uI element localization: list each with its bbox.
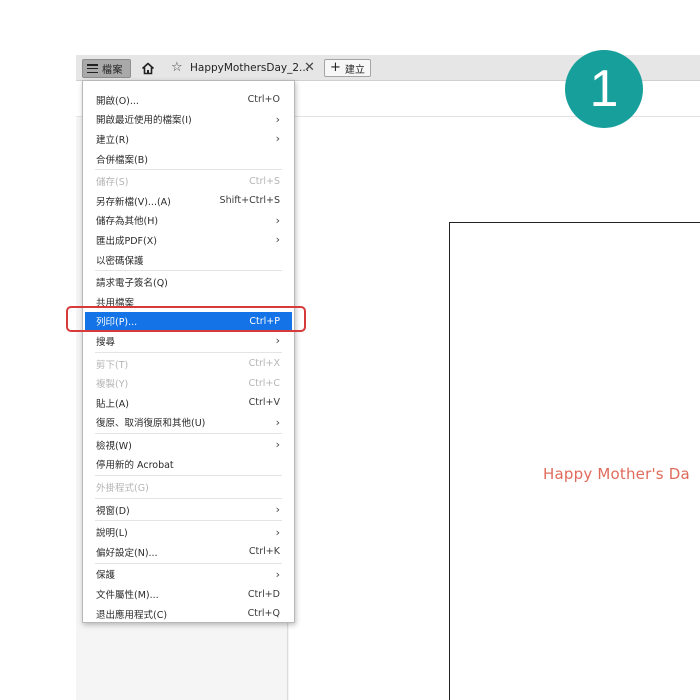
- menu-item[interactable]: 另存新檔(V)...(A) Shift+Ctrl+S: [83, 191, 294, 211]
- menu-item-label: 匯出成PDF(X): [96, 235, 157, 247]
- menu-item-label: 搜尋: [96, 336, 116, 348]
- menu-item: 外掛程式(G): [83, 477, 294, 497]
- page-greeting-text: Happy Mother's Da: [543, 465, 690, 483]
- menu-item-label: 退出應用程式(C): [96, 609, 168, 621]
- chevron-right-icon: ›: [275, 525, 280, 539]
- menu-item-label: 停用新的 Acrobat: [96, 460, 174, 472]
- menu-item-label: 儲存為其他(H): [96, 216, 159, 228]
- menu-item[interactable]: 偏好設定(N)... Ctrl+K: [83, 542, 294, 562]
- menu-item-label: 請求電子簽名(Q): [96, 278, 168, 290]
- menu-item[interactable]: 文件屬性(M)... Ctrl+D: [83, 584, 294, 604]
- step-number-badge: 1: [565, 50, 643, 128]
- menu-item[interactable]: 退出應用程式(C) Ctrl+Q: [83, 604, 294, 624]
- menu-item[interactable]: 建立(R) ›: [83, 129, 294, 149]
- menu-item-shortcut: Ctrl+K: [248, 546, 280, 558]
- menu-item[interactable]: 復原、取消復原和其他(U) ›: [83, 413, 294, 433]
- menu-item-shortcut: Ctrl+O: [247, 94, 280, 106]
- menu-item-label: 儲存(S): [96, 177, 129, 189]
- menu-item[interactable]: 搜尋 ›: [83, 331, 294, 351]
- menu-separator: [95, 562, 282, 564]
- home-icon: [141, 62, 155, 74]
- menu-item[interactable]: 貼上(A) Ctrl+V: [83, 393, 294, 413]
- menu-item-shortcut: Ctrl+D: [247, 588, 280, 600]
- chevron-right-icon: ›: [275, 334, 280, 348]
- hamburger-icon: [87, 64, 98, 73]
- menu-item-label: 文件屬性(M)...: [96, 590, 159, 602]
- file-menu: 開啟(O)... Ctrl+O 開啟最近使用的檔案(I) › 建立(R) › 合併檔案(B)…: [82, 80, 295, 623]
- chevron-right-icon: ›: [275, 503, 280, 517]
- menu-item-label: 保護: [96, 570, 116, 582]
- menu-item-label: 復原、取消復原和其他(U): [96, 418, 206, 430]
- menu-item-shortcut: Ctrl+V: [248, 397, 280, 409]
- menu-item[interactable]: 檢視(W) ›: [83, 435, 294, 455]
- chevron-right-icon: ›: [275, 233, 280, 247]
- menu-item: 複製(Y) Ctrl+C: [83, 373, 294, 393]
- new-tab-button[interactable]: + 建立: [324, 59, 371, 77]
- menu-item[interactable]: 保護 ›: [83, 565, 294, 585]
- menu-item[interactable]: 儲存為其他(H) ›: [83, 211, 294, 231]
- menu-separator: [95, 475, 282, 477]
- menu-item-shortcut: Ctrl+C: [248, 377, 281, 389]
- menu-item-shortcut: Shift+Ctrl+S: [219, 195, 280, 207]
- menu-item-label: 剪下(T): [96, 359, 129, 371]
- menu-item-label: 貼上(A): [96, 398, 129, 410]
- menu-item[interactable]: 開啟(O)... Ctrl+O: [83, 90, 294, 110]
- menu-item[interactable]: 停用新的 Acrobat: [83, 455, 294, 475]
- menu-item-label: 建立(R): [96, 134, 130, 146]
- menu-item-label: 視窗(D): [96, 505, 130, 517]
- menu-item-label: 複製(Y): [96, 379, 129, 391]
- menu-item-label: 說明(L): [96, 528, 128, 540]
- chevron-right-icon: ›: [275, 567, 280, 581]
- menu-item[interactable]: 開啟最近使用的檔案(I) ›: [83, 110, 294, 130]
- menu-separator: [95, 520, 282, 522]
- menu-item-shortcut: Ctrl+S: [249, 175, 280, 187]
- home-button[interactable]: [139, 59, 157, 77]
- chevron-right-icon: ›: [275, 132, 280, 146]
- menu-button-label: 檔案: [102, 65, 123, 76]
- menu-item[interactable]: 說明(L) ›: [83, 522, 294, 542]
- menu-item-label: 以密碼保護: [96, 255, 144, 267]
- document-page: [449, 222, 700, 700]
- menu-separator: [95, 169, 282, 171]
- menu-item: 儲存(S) Ctrl+S: [83, 171, 294, 191]
- document-tab-title[interactable]: HappyMothersDay_2...: [190, 60, 309, 76]
- menu-button[interactable]: 檔案: [82, 59, 131, 78]
- menu-separator: [95, 433, 282, 435]
- menu-item-label: 偏好設定(N)...: [96, 547, 158, 559]
- menu-item[interactable]: 視窗(D) ›: [83, 500, 294, 520]
- menu-item-label: 另存新檔(V)...(A): [96, 196, 171, 208]
- menu-separator: [95, 497, 282, 499]
- menu-item[interactable]: 匯出成PDF(X) ›: [83, 230, 294, 250]
- chevron-right-icon: ›: [275, 438, 280, 452]
- menu-item: 剪下(T) Ctrl+X: [83, 354, 294, 374]
- star-icon[interactable]: ☆: [171, 60, 183, 76]
- chevron-right-icon: ›: [275, 213, 280, 227]
- close-tab-icon[interactable]: ✕: [304, 60, 315, 76]
- menu-separator: [95, 270, 282, 272]
- menu-item-label: 檢視(W): [96, 440, 132, 452]
- menu-separator: [95, 351, 282, 353]
- menu-item-shortcut: Ctrl+X: [248, 358, 280, 370]
- menu-item[interactable]: 請求電子簽名(Q): [83, 272, 294, 292]
- print-highlight-box: [66, 306, 306, 332]
- menu-item[interactable]: 合併檔案(B): [83, 149, 294, 169]
- menu-item-label: 合併檔案(B): [96, 154, 148, 166]
- menu-item-label: 開啟(O)...: [96, 95, 139, 107]
- menu-item-label: 外掛程式(G): [96, 483, 149, 495]
- new-tab-label: 建立: [344, 64, 365, 76]
- chevron-right-icon: ›: [275, 112, 280, 126]
- chevron-right-icon: ›: [275, 415, 280, 429]
- menu-item[interactable]: 以密碼保護: [83, 250, 294, 270]
- plus-icon: +: [330, 60, 341, 75]
- menu-item-label: 開啟最近使用的檔案(I): [96, 115, 192, 127]
- menu-item-shortcut: Ctrl+Q: [247, 608, 280, 620]
